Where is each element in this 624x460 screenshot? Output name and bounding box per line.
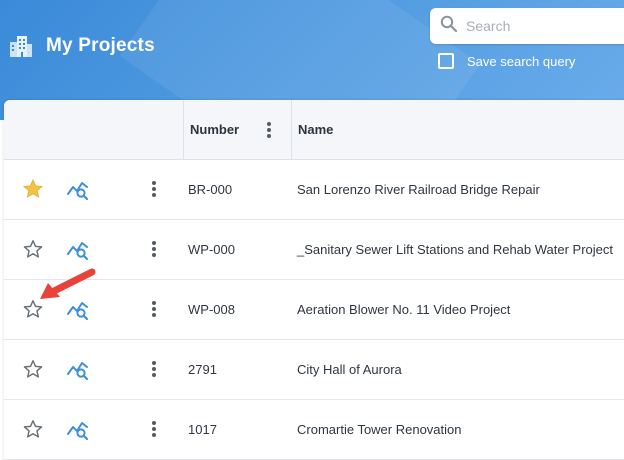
analytics-icon[interactable]: [66, 238, 90, 262]
project-number: WP-000: [188, 242, 235, 257]
star-outline-icon[interactable]: [22, 238, 44, 260]
analytics-icon[interactable]: [66, 358, 90, 382]
project-number: 1017: [188, 422, 217, 437]
column-header-name[interactable]: Name: [298, 122, 333, 137]
brand: My Projects: [8, 30, 155, 62]
analytics-icon[interactable]: [66, 178, 90, 202]
project-name[interactable]: Aeration Blower No. 11 Video Project: [297, 302, 510, 317]
project-number: BR-000: [188, 182, 233, 197]
annotation-arrow-icon: [40, 268, 96, 299]
building-icon: [8, 33, 34, 59]
column-divider: [291, 100, 292, 160]
page-title: My Projects: [46, 35, 155, 56]
project-name[interactable]: _Sanitary Sewer Lift Stations and Rehab …: [297, 242, 613, 257]
row-menu-icon[interactable]: [152, 181, 156, 197]
search-box[interactable]: [430, 8, 624, 44]
column-menu-icon[interactable]: [267, 122, 271, 138]
row-menu-icon[interactable]: [152, 301, 156, 317]
project-name[interactable]: City Hall of Aurora: [297, 362, 402, 377]
project-number: WP-008: [188, 302, 235, 317]
star-outline-icon[interactable]: [22, 418, 44, 440]
search-icon: [440, 15, 458, 38]
project-name[interactable]: Cromartie Tower Renovation: [297, 422, 462, 437]
table-row[interactable]: BR-000 San Lorenzo River Railroad Bridge …: [4, 160, 624, 220]
analytics-icon[interactable]: [66, 418, 90, 442]
star-filled-icon[interactable]: [22, 178, 44, 200]
column-divider: [183, 100, 184, 160]
row-menu-icon[interactable]: [152, 241, 156, 257]
table-row[interactable]: 2791 City Hall of Aurora: [4, 340, 624, 400]
column-header-number[interactable]: Number: [190, 122, 239, 137]
table-header: Number Name: [4, 100, 624, 160]
star-outline-icon[interactable]: [22, 358, 44, 380]
row-menu-icon[interactable]: [152, 361, 156, 377]
save-query-checkbox[interactable]: [438, 53, 454, 69]
save-query-label: Save search query: [467, 53, 576, 69]
table-row[interactable]: 1017 Cromartie Tower Renovation: [4, 400, 624, 460]
project-name[interactable]: San Lorenzo River Railroad Bridge Repair: [297, 182, 540, 197]
row-menu-icon[interactable]: [152, 421, 156, 437]
project-number: 2791: [188, 362, 217, 377]
save-search-query[interactable]: Save search query: [438, 53, 575, 69]
search-input[interactable]: [466, 18, 624, 34]
